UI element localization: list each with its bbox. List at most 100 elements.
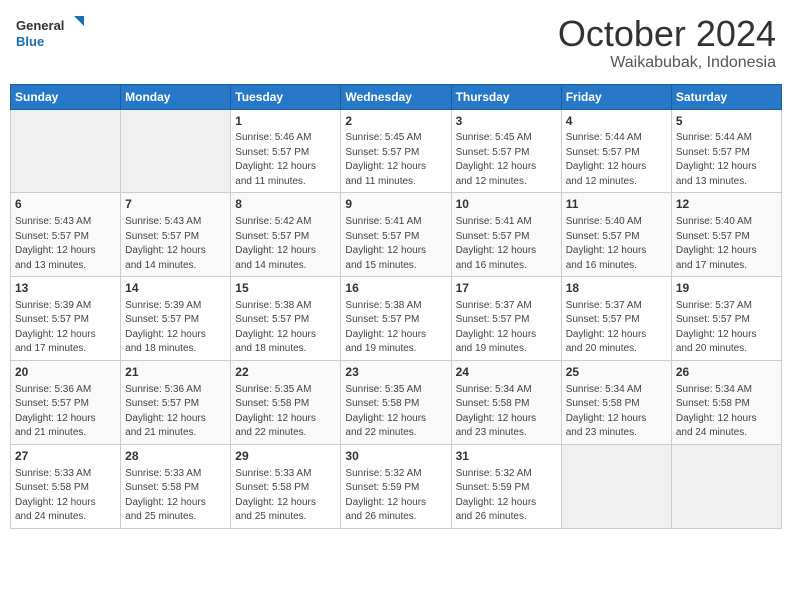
day-number: 11: [566, 196, 667, 213]
day-number: 19: [676, 280, 777, 297]
calendar-cell: 3Sunrise: 5:45 AM Sunset: 5:57 PM Daylig…: [451, 109, 561, 193]
calendar-cell: 14 Sunrise: 5:39 AM Sunset: 5:57 PM Dayli…: [121, 277, 231, 361]
calendar-cell: 26 Sunrise: 5:34 AM Sunset: 5:58 PM Dayli…: [671, 360, 781, 444]
weekday-header-row: SundayMondayTuesdayWednesdayThursdayFrid…: [11, 84, 782, 109]
day-number: 2: [345, 113, 446, 130]
day-info: Sunrise: 5:45 AM Sunset: 5:57 PM Dayligh…: [456, 131, 557, 189]
day-number: 29: [235, 448, 336, 465]
calendar-cell: 17 Sunrise: 5:37 AM Sunset: 5:57 PM Dayli…: [451, 277, 561, 361]
day-number: 20: [15, 364, 116, 381]
day-info: Sunrise: 5:36 AM Sunset: 5:57 PM Dayligh…: [125, 383, 226, 441]
day-info: Sunrise: 5:37 AM Sunset: 5:57 PM Dayligh…: [676, 299, 777, 357]
logo: General Blue: [16, 14, 86, 50]
week-row-2: 6 Sunrise: 5:43 AM Sunset: 5:57 PM Daylig…: [11, 193, 782, 277]
calendar-cell: 4Sunrise: 5:44 AM Sunset: 5:57 PM Daylig…: [561, 109, 671, 193]
day-info: Sunrise: 5:44 AM Sunset: 5:57 PM Dayligh…: [566, 131, 667, 189]
calendar-cell: 23 Sunrise: 5:35 AM Sunset: 5:58 PM Dayli…: [341, 360, 451, 444]
weekday-header-thursday: Thursday: [451, 84, 561, 109]
logo-svg: General Blue: [16, 14, 86, 50]
calendar-cell: [121, 109, 231, 193]
day-info: Sunrise: 5:38 AM Sunset: 5:57 PM Dayligh…: [235, 299, 336, 357]
calendar-cell: 25 Sunrise: 5:34 AM Sunset: 5:58 PM Dayli…: [561, 360, 671, 444]
day-info: Sunrise: 5:40 AM Sunset: 5:57 PM Dayligh…: [676, 215, 777, 273]
day-number: 8: [235, 196, 336, 213]
calendar-cell: 15Sunrise: 5:38 AM Sunset: 5:57 PM Dayli…: [231, 277, 341, 361]
day-info: Sunrise: 5:33 AM Sunset: 5:58 PM Dayligh…: [125, 467, 226, 525]
calendar-cell: [671, 444, 781, 528]
page-header: General Blue October 2024 Waikabubak, In…: [10, 10, 782, 76]
calendar-cell: 9Sunrise: 5:41 AM Sunset: 5:57 PM Daylig…: [341, 193, 451, 277]
day-info: Sunrise: 5:37 AM Sunset: 5:57 PM Dayligh…: [566, 299, 667, 357]
day-number: 12: [676, 196, 777, 213]
weekday-header-monday: Monday: [121, 84, 231, 109]
day-info: Sunrise: 5:34 AM Sunset: 5:58 PM Dayligh…: [566, 383, 667, 441]
month-title: October 2024: [558, 14, 776, 54]
day-number: 31: [456, 448, 557, 465]
calendar-cell: 1Sunrise: 5:46 AM Sunset: 5:57 PM Daylig…: [231, 109, 341, 193]
day-number: 7: [125, 196, 226, 213]
calendar-cell: 8 Sunrise: 5:42 AM Sunset: 5:57 PM Daylig…: [231, 193, 341, 277]
day-number: 17: [456, 280, 557, 297]
day-number: 18: [566, 280, 667, 297]
day-number: 1: [235, 113, 336, 130]
calendar-cell: 6Sunrise: 5:43 AM Sunset: 5:57 PM Daylig…: [11, 193, 121, 277]
day-number: 6: [15, 196, 116, 213]
calendar-cell: 31 Sunrise: 5:32 AM Sunset: 5:59 PM Dayli…: [451, 444, 561, 528]
day-number: 28: [125, 448, 226, 465]
day-number: 25: [566, 364, 667, 381]
day-info: Sunrise: 5:37 AM Sunset: 5:57 PM Dayligh…: [456, 299, 557, 357]
calendar-cell: 5Sunrise: 5:44 AM Sunset: 5:57 PM Daylig…: [671, 109, 781, 193]
day-number: 21: [125, 364, 226, 381]
day-info: Sunrise: 5:35 AM Sunset: 5:58 PM Dayligh…: [345, 383, 446, 441]
day-number: 30: [345, 448, 446, 465]
calendar-cell: [11, 109, 121, 193]
calendar-cell: 16Sunrise: 5:38 AM Sunset: 5:57 PM Dayli…: [341, 277, 451, 361]
day-number: 14: [125, 280, 226, 297]
calendar-cell: 11 Sunrise: 5:40 AM Sunset: 5:57 PM Dayli…: [561, 193, 671, 277]
day-info: Sunrise: 5:42 AM Sunset: 5:57 PM Dayligh…: [235, 215, 336, 273]
calendar-cell: 24 Sunrise: 5:34 AM Sunset: 5:58 PM Dayli…: [451, 360, 561, 444]
day-number: 27: [15, 448, 116, 465]
day-info: Sunrise: 5:40 AM Sunset: 5:57 PM Dayligh…: [566, 215, 667, 273]
day-number: 13: [15, 280, 116, 297]
calendar-cell: 12 Sunrise: 5:40 AM Sunset: 5:57 PM Dayli…: [671, 193, 781, 277]
svg-text:General: General: [16, 18, 64, 33]
title-block: October 2024 Waikabubak, Indonesia: [558, 14, 776, 72]
calendar-table: SundayMondayTuesdayWednesdayThursdayFrid…: [10, 84, 782, 529]
calendar-cell: 28 Sunrise: 5:33 AM Sunset: 5:58 PM Dayli…: [121, 444, 231, 528]
day-number: 24: [456, 364, 557, 381]
day-info: Sunrise: 5:39 AM Sunset: 5:57 PM Dayligh…: [15, 299, 116, 357]
week-row-5: 27 Sunrise: 5:33 AM Sunset: 5:58 PM Dayli…: [11, 444, 782, 528]
day-info: Sunrise: 5:44 AM Sunset: 5:57 PM Dayligh…: [676, 131, 777, 189]
day-info: Sunrise: 5:43 AM Sunset: 5:57 PM Dayligh…: [125, 215, 226, 273]
day-info: Sunrise: 5:45 AM Sunset: 5:57 PM Dayligh…: [345, 131, 446, 189]
weekday-header-saturday: Saturday: [671, 84, 781, 109]
week-row-1: 1Sunrise: 5:46 AM Sunset: 5:57 PM Daylig…: [11, 109, 782, 193]
day-number: 16: [345, 280, 446, 297]
calendar-cell: 22Sunrise: 5:35 AM Sunset: 5:58 PM Dayli…: [231, 360, 341, 444]
day-info: Sunrise: 5:41 AM Sunset: 5:57 PM Dayligh…: [345, 215, 446, 273]
day-info: Sunrise: 5:41 AM Sunset: 5:57 PM Dayligh…: [456, 215, 557, 273]
day-info: Sunrise: 5:34 AM Sunset: 5:58 PM Dayligh…: [676, 383, 777, 441]
day-number: 22: [235, 364, 336, 381]
day-info: Sunrise: 5:39 AM Sunset: 5:57 PM Dayligh…: [125, 299, 226, 357]
calendar-cell: 7 Sunrise: 5:43 AM Sunset: 5:57 PM Daylig…: [121, 193, 231, 277]
weekday-header-sunday: Sunday: [11, 84, 121, 109]
weekday-header-wednesday: Wednesday: [341, 84, 451, 109]
day-number: 26: [676, 364, 777, 381]
day-info: Sunrise: 5:32 AM Sunset: 5:59 PM Dayligh…: [456, 467, 557, 525]
day-number: 23: [345, 364, 446, 381]
calendar-cell: 18 Sunrise: 5:37 AM Sunset: 5:57 PM Dayli…: [561, 277, 671, 361]
calendar-cell: 20 Sunrise: 5:36 AM Sunset: 5:57 PM Dayli…: [11, 360, 121, 444]
week-row-4: 20 Sunrise: 5:36 AM Sunset: 5:57 PM Dayli…: [11, 360, 782, 444]
day-info: Sunrise: 5:33 AM Sunset: 5:58 PM Dayligh…: [235, 467, 336, 525]
day-number: 4: [566, 113, 667, 130]
calendar-cell: 21 Sunrise: 5:36 AM Sunset: 5:57 PM Dayli…: [121, 360, 231, 444]
day-info: Sunrise: 5:34 AM Sunset: 5:58 PM Dayligh…: [456, 383, 557, 441]
day-info: Sunrise: 5:46 AM Sunset: 5:57 PM Dayligh…: [235, 131, 336, 189]
calendar-cell: 27Sunrise: 5:33 AM Sunset: 5:58 PM Dayli…: [11, 444, 121, 528]
weekday-header-tuesday: Tuesday: [231, 84, 341, 109]
calendar-cell: 2Sunrise: 5:45 AM Sunset: 5:57 PM Daylig…: [341, 109, 451, 193]
calendar-cell: 29 Sunrise: 5:33 AM Sunset: 5:58 PM Dayli…: [231, 444, 341, 528]
day-info: Sunrise: 5:36 AM Sunset: 5:57 PM Dayligh…: [15, 383, 116, 441]
